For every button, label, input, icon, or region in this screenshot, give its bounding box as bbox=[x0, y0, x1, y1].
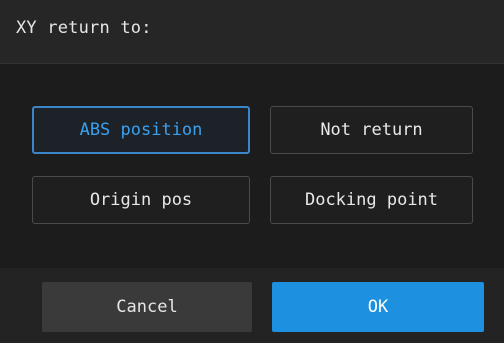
ok-button[interactable]: OK bbox=[272, 282, 484, 332]
ok-button-label: OK bbox=[367, 297, 389, 317]
xy-return-dialog: XY return to: ABS position Not return Or… bbox=[0, 0, 504, 343]
option-not-return[interactable]: Not return bbox=[270, 106, 473, 154]
option-label: Docking point bbox=[304, 190, 439, 210]
option-docking-point[interactable]: Docking point bbox=[270, 176, 473, 224]
option-label: ABS position bbox=[79, 120, 203, 140]
dialog-header: XY return to: bbox=[0, 0, 504, 64]
dialog-title: XY return to: bbox=[16, 18, 152, 38]
option-label: Not return bbox=[320, 120, 423, 140]
cancel-button[interactable]: Cancel bbox=[42, 282, 252, 332]
option-label: Origin pos bbox=[89, 190, 193, 210]
option-origin-pos[interactable]: Origin pos bbox=[32, 176, 250, 224]
option-abs-position[interactable]: ABS position bbox=[32, 106, 250, 154]
cancel-button-label: Cancel bbox=[116, 297, 178, 317]
